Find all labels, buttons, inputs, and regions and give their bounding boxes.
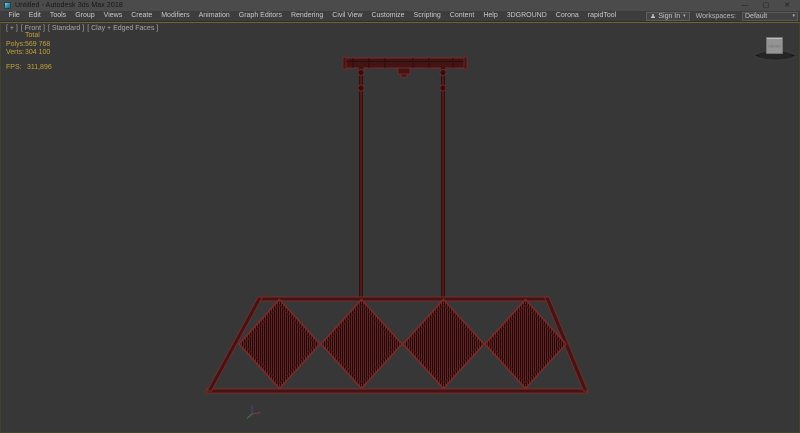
3ds-max-app-icon bbox=[4, 2, 11, 9]
minimize-button[interactable]: — bbox=[740, 0, 750, 11]
viewcube[interactable]: FRONT bbox=[756, 38, 795, 61]
menu-item-animation[interactable]: Animation bbox=[194, 11, 234, 21]
chevron-down-icon: ▾ bbox=[792, 14, 795, 19]
menu-item-rendering[interactable]: Rendering bbox=[286, 11, 327, 21]
workspace-select[interactable]: Default ▾ bbox=[742, 12, 798, 21]
menu-item-graph-editors[interactable]: Graph Editors bbox=[234, 11, 286, 21]
menu-item-group[interactable]: Group bbox=[71, 11, 99, 21]
maximize-button[interactable]: ▢ bbox=[761, 0, 771, 11]
sign-in-dropdown[interactable]: Sign In ▾ bbox=[646, 12, 689, 21]
scene-canvas[interactable]: FRONT bbox=[1, 23, 799, 432]
person-icon bbox=[650, 14, 655, 19]
menu-item-scripting[interactable]: Scripting bbox=[409, 11, 445, 21]
menu-item-content[interactable]: Content bbox=[445, 11, 479, 21]
hanger-rods bbox=[358, 68, 446, 297]
chandelier-model[interactable] bbox=[206, 57, 588, 393]
menu-item-tools[interactable]: Tools bbox=[45, 11, 70, 21]
sign-in-label: Sign In bbox=[658, 13, 680, 20]
menu-item-help[interactable]: Help bbox=[479, 11, 502, 21]
menubar-right: Sign In ▾ Workspaces: Default ▾ bbox=[646, 12, 800, 21]
menubar-items: FileEditToolsGroupViewsCreateModifiersAn… bbox=[4, 11, 621, 21]
title-bar: Untitled - Autodesk 3ds Max 2018 — ▢ ✕ bbox=[0, 0, 800, 11]
menu-item-corona[interactable]: Corona bbox=[551, 11, 583, 21]
menu-item-edit[interactable]: Edit bbox=[24, 11, 45, 21]
menu-item-file[interactable]: File bbox=[4, 11, 24, 21]
axis-tripod-icon bbox=[247, 406, 261, 419]
menu-item-create[interactable]: Create bbox=[127, 11, 157, 21]
menu-item-rapidtool[interactable]: rapidTool bbox=[583, 11, 620, 21]
window-title: Untitled - Autodesk 3ds Max 2018 bbox=[15, 2, 123, 9]
svg-text:FRONT: FRONT bbox=[768, 45, 781, 49]
menu-item-modifiers[interactable]: Modifiers bbox=[157, 11, 194, 21]
workspace-value: Default bbox=[745, 13, 767, 20]
close-button[interactable]: ✕ bbox=[782, 0, 792, 11]
menu-bar: FileEditToolsGroupViewsCreateModifiersAn… bbox=[0, 11, 800, 22]
diamond-panel bbox=[321, 300, 402, 389]
menu-item-3dground[interactable]: 3DGROUND bbox=[502, 11, 551, 21]
workspaces-label: Workspaces: bbox=[696, 13, 736, 20]
diamond-panel bbox=[403, 300, 484, 389]
menu-item-views[interactable]: Views bbox=[99, 11, 127, 21]
menu-item-customize[interactable]: Customize bbox=[367, 11, 409, 21]
viewport-front[interactable]: [ + ] [ Front ] [ Standard ] [ Clay + Ed… bbox=[0, 22, 800, 433]
chevron-down-icon: ▾ bbox=[683, 14, 686, 19]
menu-item-civil-view[interactable]: Civil View bbox=[328, 11, 367, 21]
diamond-panels bbox=[239, 300, 566, 389]
window-controls: — ▢ ✕ bbox=[740, 0, 796, 11]
